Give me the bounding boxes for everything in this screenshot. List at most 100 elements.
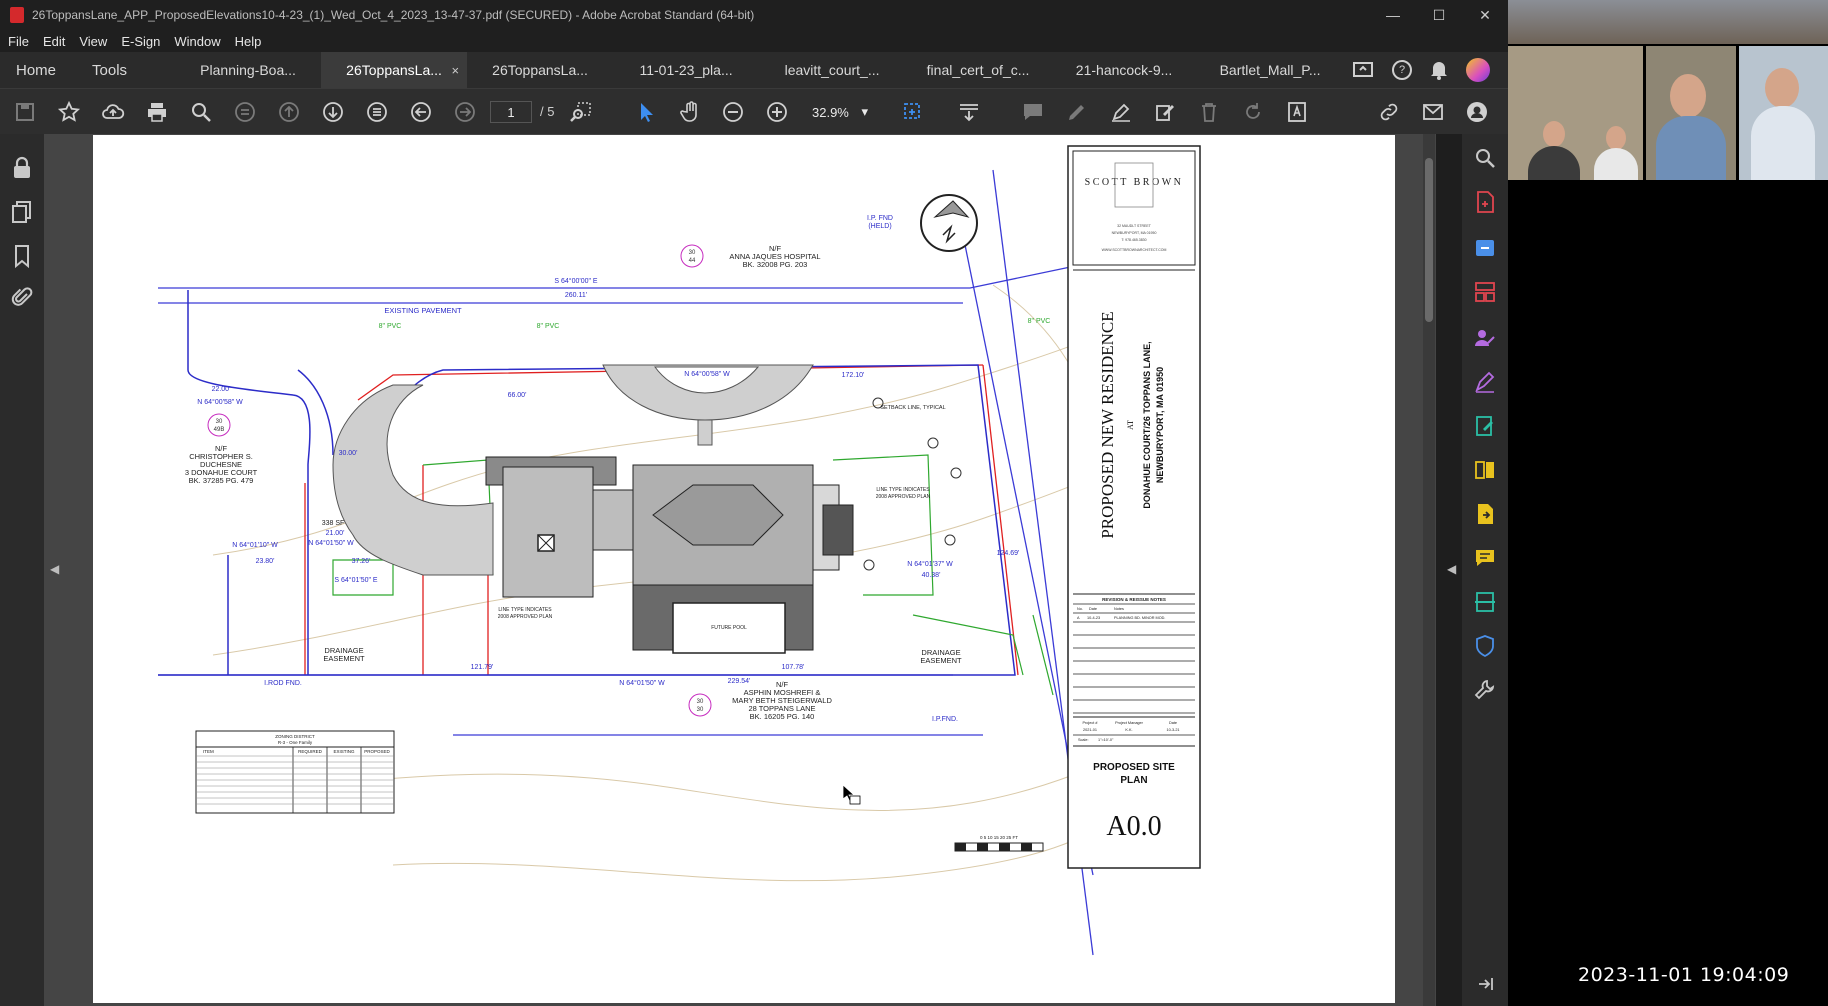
site-plan-drawing: FUTURE POOL 30 44 30 49B 30 30 N/F ANNA … <box>158 145 1201 956</box>
zoning-title: ZONING DISTRICT <box>275 734 315 739</box>
edit-tools-icon[interactable] <box>1152 99 1178 125</box>
share-user-icon[interactable] <box>1464 99 1490 125</box>
hand-tool-icon[interactable] <box>678 99 704 125</box>
pvc-label: 8" PVC <box>537 323 560 330</box>
protect-shield-icon[interactable] <box>1473 634 1497 658</box>
zoning-header: PROPOSED <box>364 749 390 754</box>
sign-pen-icon[interactable] <box>1108 99 1134 125</box>
maximize-button[interactable]: ☐ <box>1416 0 1462 30</box>
doc-tab-5[interactable]: leavitt_court_... <box>759 52 905 88</box>
doc-tab-8[interactable]: Bartlet_Mall_P... <box>1197 52 1343 88</box>
abutter-bottom-line: BK. 16205 PG. 140 <box>750 712 815 721</box>
doc-tab-6[interactable]: final_cert_of_c... <box>905 52 1051 88</box>
scroll-down-tool-icon[interactable] <box>956 99 982 125</box>
text-recognition-icon[interactable] <box>1284 99 1310 125</box>
vertical-scrollbar[interactable] <box>1423 134 1435 1006</box>
next-page-down-icon[interactable] <box>320 99 346 125</box>
parcel-left-lot: 49B <box>214 427 225 433</box>
zoom-search-icon[interactable] <box>1473 146 1497 170</box>
attachments-paperclip-icon[interactable] <box>11 286 33 310</box>
more-tools-icon[interactable] <box>1473 678 1497 702</box>
video-tile-1 <box>1508 46 1643 180</box>
organize-pages-icon[interactable] <box>1473 280 1497 304</box>
edit-pdf-icon[interactable] <box>1473 414 1497 438</box>
bookmark-star-icon[interactable] <box>56 99 82 125</box>
bearing-label: S 64°01'50" E <box>334 576 378 584</box>
window-controls: — ☐ ✕ <box>1370 0 1508 30</box>
scroll-mode-icon[interactable] <box>364 99 390 125</box>
close-window-button[interactable]: ✕ <box>1462 0 1508 30</box>
comment-icon[interactable] <box>1020 99 1046 125</box>
link-icon[interactable] <box>1376 99 1402 125</box>
parcel-bottom-lot: 30 <box>697 707 704 713</box>
distance-label: 260.11' <box>565 292 587 299</box>
menu-window[interactable]: Window <box>174 34 220 49</box>
request-signature-icon[interactable] <box>1473 326 1497 350</box>
revision-cell: PLANNING BD. MINOR MOD. <box>1114 616 1165 620</box>
menu-edit[interactable]: Edit <box>43 34 65 49</box>
highlight-pen-icon[interactable] <box>1064 99 1090 125</box>
minimize-button[interactable]: — <box>1370 0 1416 30</box>
page-thumbnails-icon[interactable] <box>11 200 33 224</box>
zoom-in-icon[interactable] <box>764 99 790 125</box>
zoom-search-icon[interactable] <box>188 99 214 125</box>
document-view[interactable]: FUTURE POOL 30 44 30 49B 30 30 N/F ANNA … <box>44 134 1436 1006</box>
sheet-number: A0.0 <box>1106 811 1161 842</box>
undo-rotate-icon[interactable] <box>1240 99 1266 125</box>
scrollbar-thumb[interactable] <box>1425 158 1433 322</box>
upload-cloud-icon[interactable] <box>100 99 126 125</box>
abutter-left: N/F CHRISTOPHER S. DUCHESNE 3 DONAHUE CO… <box>185 444 258 485</box>
north-arrow-icon <box>920 194 978 252</box>
acrobat-app-icon <box>10 7 24 23</box>
pool-area: FUTURE POOL <box>632 584 814 654</box>
distance-label: 121.79' <box>471 664 494 671</box>
find-text-icon[interactable] <box>568 99 594 125</box>
bookmarks-icon[interactable] <box>11 244 33 269</box>
drainage-left-line2: EASEMENT <box>323 654 365 663</box>
menu-help[interactable]: Help <box>235 34 262 49</box>
marquee-zoom-icon[interactable] <box>900 99 926 125</box>
print-icon[interactable] <box>144 99 170 125</box>
help-icon[interactable]: ? <box>1392 60 1412 80</box>
page-fit-icon[interactable] <box>232 99 258 125</box>
export-pdf-icon[interactable] <box>1473 190 1497 214</box>
tab-tools[interactable]: Tools <box>78 52 141 88</box>
back-arrow-icon[interactable] <box>408 99 434 125</box>
scan-ocr-icon[interactable] <box>1473 590 1497 614</box>
zoom-out-icon[interactable] <box>720 99 746 125</box>
delete-trash-icon[interactable] <box>1196 99 1222 125</box>
collapse-tools-pane-icon[interactable] <box>1473 972 1497 996</box>
doc-tab-4[interactable]: 11-01-23_pla... <box>613 52 759 88</box>
security-lock-icon[interactable] <box>11 156 33 180</box>
menu-view[interactable]: View <box>79 34 107 49</box>
save-icon[interactable] <box>12 99 38 125</box>
email-icon[interactable] <box>1420 99 1446 125</box>
participant-body <box>1751 106 1815 180</box>
page-number-input[interactable]: 1 <box>490 101 532 123</box>
create-pdf-icon[interactable] <box>1473 236 1497 260</box>
menu-esign[interactable]: E-Sign <box>121 34 160 49</box>
combine-files-icon[interactable] <box>1473 458 1497 482</box>
account-avatar-icon[interactable] <box>1466 58 1490 82</box>
setback-line-label: SETBACK LINE, TYPICAL <box>880 405 945 411</box>
collapse-right-panel-icon[interactable]: ◀ <box>1447 562 1456 576</box>
fill-sign-icon[interactable] <box>1473 370 1497 394</box>
share-screen-icon[interactable] <box>1352 60 1374 80</box>
export-file-icon[interactable] <box>1473 502 1497 526</box>
forward-arrow-icon[interactable] <box>452 99 478 125</box>
previous-page-up-icon[interactable] <box>276 99 302 125</box>
doc-tab-7[interactable]: 21-hancock-9... <box>1051 52 1197 88</box>
comment-icon[interactable] <box>1473 546 1497 570</box>
menu-file[interactable]: File <box>8 34 29 49</box>
area-label: 338 SF <box>322 520 345 527</box>
tab-home[interactable]: Home <box>0 52 78 88</box>
select-cursor-icon[interactable] <box>634 99 660 125</box>
notification-bell-icon[interactable] <box>1430 60 1448 80</box>
collapse-left-panel-icon[interactable]: ◀ <box>50 562 59 576</box>
existing-pavement-label: EXISTING PAVEMENT <box>384 306 462 315</box>
zoom-level-dropdown[interactable]: 32.9% ▾ <box>806 101 874 123</box>
doc-tab-2-active[interactable]: 26ToppansLa... × <box>321 52 468 88</box>
doc-tab-1[interactable]: Planning-Boa... <box>175 52 321 88</box>
doc-tab-3[interactable]: 26ToppansLa... <box>467 52 613 88</box>
close-tab-icon[interactable]: × <box>451 63 459 78</box>
